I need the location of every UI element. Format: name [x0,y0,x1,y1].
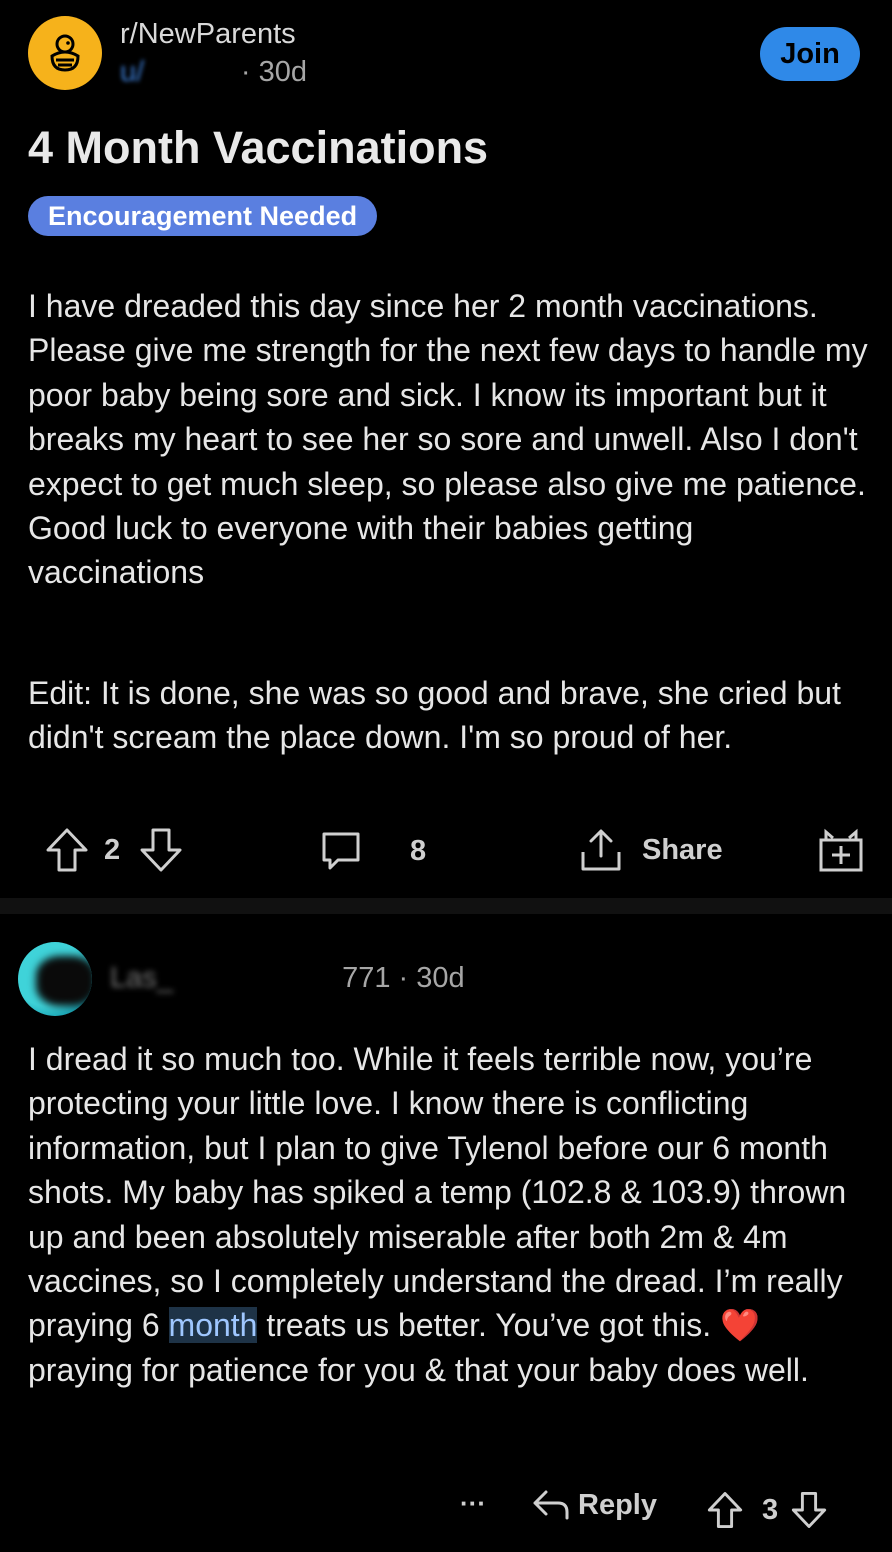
subreddit-avatar[interactable] [28,16,102,90]
heart-emoji: ❤️ [719,1307,760,1344]
reply-icon [533,1490,569,1520]
subreddit-duck-icon [50,34,80,72]
post-body-paragraph: I have dreaded this day since her 2 mont… [28,288,868,591]
comment-body: I dread it so much too. While it feels t… [28,1041,847,1388]
post-title: 4 Month Vaccinations [28,122,489,173]
comment-meta: Las_ 771 · 30d [110,962,465,994]
reply-label: Reply [578,1488,657,1521]
join-button[interactable]: Join [760,27,860,81]
share-label: Share [642,833,723,866]
upvote-icon[interactable] [44,826,90,874]
comment-more-button[interactable]: ··· [460,1488,486,1519]
comment-vote-group: 3 [706,1490,828,1530]
comments-button[interactable]: 8 [318,828,426,874]
share-button[interactable]: Share [578,826,723,874]
award-icon [819,828,863,872]
downvote-icon[interactable] [790,1490,828,1530]
post-header: r/NewParents u/ · 30d Join [0,0,892,120]
selected-text: month [168,1307,258,1344]
more-icon: ··· [460,1488,486,1518]
post-body-edit: Edit: It is done, she was so good and br… [28,675,841,756]
post-vote-count: 2 [104,833,121,866]
award-button[interactable] [818,826,864,874]
post-comment-count: 8 [410,834,427,867]
comment-vote-count: 3 [762,1493,779,1526]
post-author[interactable]: u/ [120,56,144,88]
post-flair: Encouragement Needed [28,196,378,236]
comment-age: 30d [416,962,465,994]
downvote-icon[interactable] [138,826,184,874]
share-icon [581,829,621,871]
subreddit-name[interactable]: r/NewParents [120,18,296,51]
upvote-icon[interactable] [706,1490,744,1530]
vote-group: 2 [44,826,184,874]
post-meta: u/ · 30d [120,56,307,88]
comment-avatar[interactable] [18,942,92,1016]
section-divider [0,898,892,914]
post-age: 30d [258,56,307,88]
comment-author[interactable]: 771 [342,962,390,994]
reply-button[interactable]: Reply [532,1488,657,1522]
comment-icon [322,832,360,870]
